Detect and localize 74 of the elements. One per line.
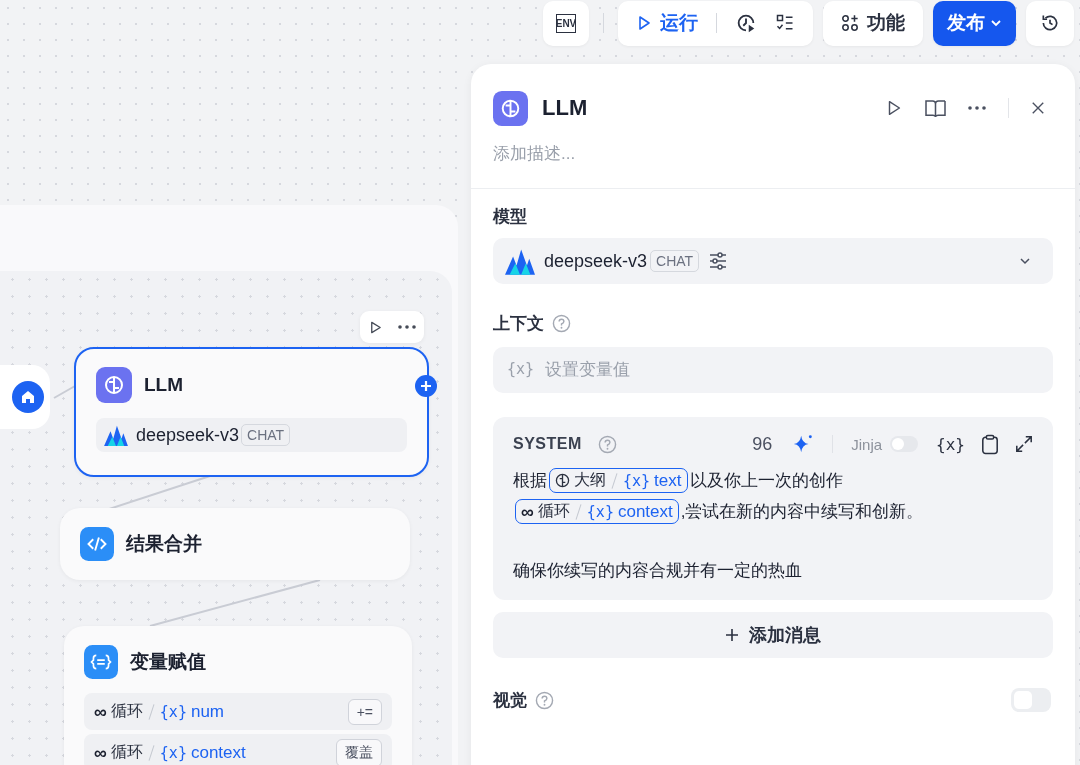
model-tag: CHAT <box>650 250 700 272</box>
source-name: 循环 <box>110 701 143 721</box>
mountain-logo-icon <box>104 424 128 446</box>
add-icon[interactable] <box>415 375 437 397</box>
publish-button[interactable]: 发布 <box>933 0 1016 46</box>
sliders-icon[interactable] <box>708 251 729 271</box>
prompt-text: 确保你续写的内容合规并有一定的热血 <box>513 560 802 582</box>
jinja-label: Jinja <box>851 435 883 453</box>
home-icon <box>12 381 44 413</box>
variable-tag[interactable]: ∞ 循环 {x} context <box>515 499 679 524</box>
variable-icon: {x} <box>159 702 187 721</box>
variable-name: text <box>654 470 682 491</box>
character-count: 96 <box>752 433 773 455</box>
code-icon <box>80 527 114 561</box>
section-label: 模型 <box>493 206 528 228</box>
code-node[interactable]: 结果合并 <box>60 508 410 580</box>
chevron-down-icon <box>1019 255 1031 267</box>
section-label: 上下文 <box>493 313 544 335</box>
node-title: 结果合并 <box>126 532 202 556</box>
loop-icon: ∞ <box>94 702 107 721</box>
close-icon[interactable] <box>1031 101 1045 115</box>
variable-icon: {x} <box>586 502 614 521</box>
grid-plus-icon <box>841 14 859 32</box>
prompt-editor[interactable]: 根据 大纲 {x} text 以及你上一次的创作 ∞ 循环 {x} context ,尝试在新的内容中续写和创新。 确保你续写的内容合规并有一定的热血 <box>513 465 1033 586</box>
history-button[interactable] <box>1026 0 1074 46</box>
insert-variable-button[interactable]: {x} <box>936 434 965 454</box>
checklist-icon[interactable] <box>775 13 795 33</box>
history-icon <box>1040 13 1060 33</box>
section-label: 视觉 <box>493 689 527 712</box>
assign-node[interactable]: 变量赋值 ∞ 循环 {x} num += ∞ 循环 {x} context 覆盖 <box>64 626 412 765</box>
run-button[interactable]: 运行 <box>636 10 698 36</box>
node-title: LLM <box>144 374 184 396</box>
panel-title: LLM <box>542 95 588 121</box>
features-button[interactable]: 功能 <box>823 0 923 46</box>
variable-name: context <box>617 501 673 522</box>
start-node[interactable] <box>0 365 50 429</box>
variable-name: context <box>190 742 246 763</box>
operator-tag: 覆盖 <box>336 738 382 765</box>
expand-icon[interactable] <box>1015 435 1033 453</box>
connector-line <box>53 385 76 399</box>
source-name: 循环 <box>110 742 143 762</box>
model-name: deepseek-v3 <box>544 250 648 272</box>
loop-icon: ∞ <box>94 743 107 762</box>
add-message-button[interactable]: 添加消息 <box>493 612 1053 658</box>
assign-icon <box>84 645 118 679</box>
variable-name: num <box>190 701 224 722</box>
node-title: 变量赋值 <box>130 650 206 674</box>
prompt-text: 根据 <box>513 470 547 492</box>
model-name: deepseek-v3 <box>136 424 240 446</box>
source-name: 循环 <box>537 501 570 521</box>
jinja-toggle[interactable] <box>890 436 919 452</box>
prompt-text: 以及你上一次的创作 <box>689 470 843 492</box>
book-icon[interactable] <box>925 98 946 118</box>
operator-tag: += <box>347 698 382 725</box>
clock-play-icon[interactable] <box>735 12 757 34</box>
clipboard-icon[interactable] <box>981 433 999 455</box>
model-tag: CHAT <box>241 424 291 446</box>
chevron-down-icon <box>990 17 1002 29</box>
more-icon[interactable] <box>398 325 417 329</box>
model-select[interactable]: deepseek-v3 CHAT <box>493 238 1053 284</box>
play-icon <box>636 15 652 31</box>
mountain-logo-icon <box>505 247 535 275</box>
loop-icon: ∞ <box>521 502 534 521</box>
prompt-role-label: SYSTEM <box>513 435 582 453</box>
prompt-text: ,尝试在新的内容中续写和创新。 <box>680 501 924 523</box>
variable-icon: {x} <box>623 471 651 490</box>
description-field[interactable]: 添加描述... <box>493 144 893 164</box>
variable-tag[interactable]: 大纲 {x} text <box>549 468 688 493</box>
plus-icon <box>725 628 739 642</box>
llm-node[interactable]: LLM deepseek-v3 CHAT <box>74 347 429 477</box>
more-icon[interactable] <box>968 106 986 110</box>
variable-icon: {x} <box>159 743 187 762</box>
variable-icon: {x} <box>507 360 535 378</box>
source-name: 大纲 <box>574 470 606 490</box>
